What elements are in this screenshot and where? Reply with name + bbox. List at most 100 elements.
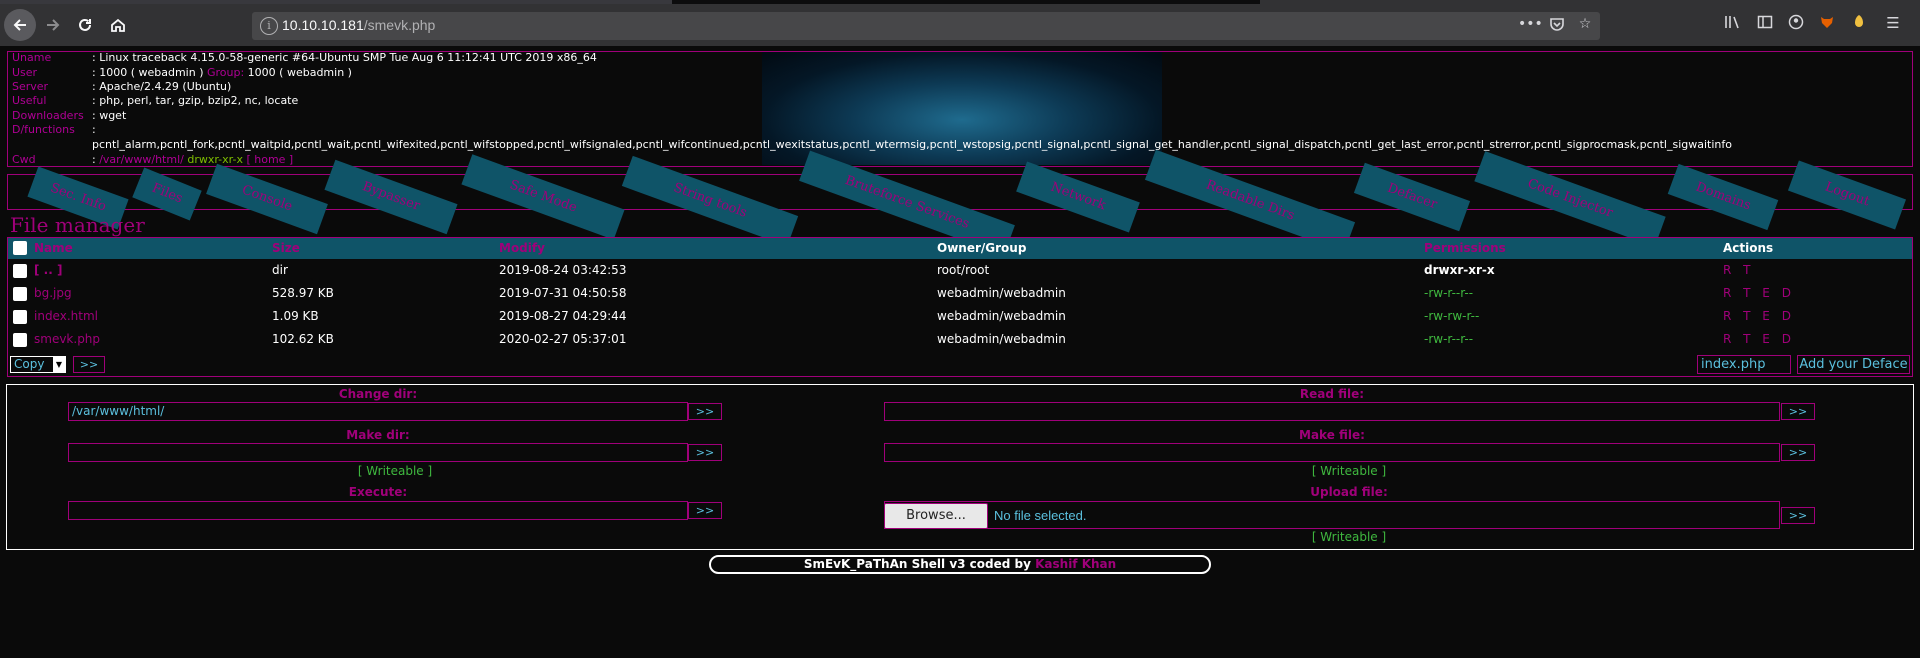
make-file-input[interactable] — [884, 443, 1780, 462]
extension-fox-icon[interactable] — [1816, 14, 1838, 38]
upload-file-label: Upload file: — [1310, 485, 1388, 499]
upload-go-button[interactable]: >> — [1781, 507, 1815, 524]
file-name-link[interactable]: index.html — [34, 306, 98, 327]
main-menu: Sec. Info Files Console Bypasser Safe Mo… — [7, 149, 1913, 256]
info-key: Useful — [12, 94, 47, 107]
no-file-label: No file selected. — [994, 508, 1087, 523]
change-dir-label: Change dir: — [338, 387, 418, 401]
info-key: Downloaders — [12, 109, 84, 122]
file-owner: root/root — [937, 263, 990, 277]
col-name[interactable]: Name — [34, 238, 73, 259]
select-all-checkbox[interactable] — [13, 241, 27, 255]
home-button[interactable] — [103, 10, 133, 40]
url-path: /smevk.php — [363, 17, 436, 33]
col-owner-group: Owner/Group — [937, 241, 1027, 255]
file-permissions[interactable]: -rw-r--r-- — [1424, 283, 1473, 304]
col-size[interactable]: Size — [272, 238, 300, 259]
menu-network[interactable]: Network — [1016, 161, 1140, 233]
file-row: [ .. ] dir 2019-08-24 03:42:53 root/root… — [8, 260, 1912, 283]
file-actions[interactable]: R T E D — [1723, 283, 1795, 304]
change-dir-input[interactable]: /var/www/html/ — [68, 402, 688, 421]
info-key: Cwd — [12, 153, 36, 166]
info-value: : — [92, 123, 96, 136]
info-value: : php, perl, tar, gzip, bzip2, nc, locat… — [92, 94, 299, 107]
bulk-action-go-button[interactable]: >> — [73, 356, 105, 373]
file-owner: webadmin/webadmin — [937, 286, 1066, 300]
chevron-down-icon: ▼ — [53, 357, 65, 372]
col-modify[interactable]: Modify — [499, 238, 545, 259]
browse-button[interactable]: Browse... — [884, 503, 988, 529]
file-row: smevk.php 102.62 KB 2020-02-27 05:37:01 … — [8, 329, 1912, 352]
row-checkbox[interactable] — [13, 287, 27, 301]
info-key: Server — [12, 80, 49, 93]
author-link[interactable]: Kashif Khan — [1035, 557, 1116, 571]
make-file-go-button[interactable]: >> — [1781, 444, 1815, 461]
menu-console[interactable]: Console — [206, 163, 328, 235]
more-actions-icon[interactable]: ••• — [1518, 16, 1543, 36]
file-modify: 2020-02-27 05:37:01 — [499, 332, 627, 346]
upload-status: [ Writeable ] — [1311, 530, 1387, 544]
info-value: : wget — [92, 109, 127, 122]
row-checkbox[interactable] — [13, 333, 27, 347]
cwd-path-link[interactable]: /var/www/html/ — [99, 153, 184, 166]
file-permissions[interactable]: drwxr-xr-x — [1424, 260, 1495, 281]
url-host: 10.10.10.181 — [282, 17, 364, 33]
make-dir-input[interactable] — [68, 443, 688, 462]
make-dir-status: [ Writeable ] — [357, 464, 433, 478]
file-actions[interactable]: R T E D — [1723, 306, 1795, 327]
execute-label: Execute: — [348, 485, 408, 499]
row-checkbox[interactable] — [13, 264, 27, 278]
back-button[interactable] — [4, 9, 36, 41]
make-dir-label: Make dir: — [346, 428, 410, 442]
account-icon[interactable] — [1785, 14, 1807, 38]
extension-icon[interactable] — [1848, 14, 1870, 38]
execute-input[interactable] — [68, 501, 688, 520]
menu-domains[interactable]: Domains — [1667, 163, 1779, 231]
file-actions[interactable]: R T E D — [1723, 329, 1795, 350]
bookmark-star-icon[interactable]: ☆ — [1574, 16, 1596, 36]
info-icon[interactable]: i — [260, 17, 278, 35]
menu-logout[interactable]: Logout — [1787, 160, 1907, 230]
footer-credit: SmEvK_PaThAn Shell v3 coded by Kashif Kh… — [709, 555, 1211, 574]
url-text[interactable]: 10.10.10.181/smevk.php — [282, 17, 435, 33]
file-modify: 2019-07-31 04:50:58 — [499, 286, 627, 300]
add-deface-button[interactable]: Add your Deface — [1797, 355, 1910, 374]
info-key: D/functions — [12, 123, 75, 136]
info-key: Uname — [12, 51, 52, 64]
file-row: index.html 1.09 KB 2019-08-27 04:29:44 w… — [8, 306, 1912, 329]
sidebar-icon[interactable] — [1754, 14, 1776, 38]
file-actions[interactable]: R T — [1723, 260, 1754, 281]
make-dir-go-button[interactable]: >> — [688, 444, 722, 461]
file-modify: 2019-08-27 04:29:44 — [499, 309, 627, 323]
bulk-action-select[interactable]: Copy ▼ — [10, 356, 66, 373]
read-file-input[interactable] — [884, 402, 1780, 421]
url-bar[interactable]: i 10.10.10.181/smevk.php ••• ☆ — [252, 12, 1600, 40]
pocket-icon[interactable] — [1546, 16, 1568, 36]
file-name-link[interactable]: smevk.php — [34, 329, 100, 350]
menu-safe-mode[interactable]: Safe Mode — [461, 154, 625, 240]
library-icon[interactable] — [1722, 14, 1744, 38]
info-value: : Apache/2.4.29 (Ubuntu) — [92, 80, 232, 93]
menu-icon[interactable]: ☰ — [1882, 14, 1904, 38]
menu-string-tools[interactable]: String tools — [621, 155, 799, 247]
read-file-go-button[interactable]: >> — [1781, 403, 1815, 420]
deface-filename-input[interactable]: index.php — [1697, 355, 1791, 374]
file-permissions[interactable]: -rw-r--r-- — [1424, 329, 1473, 350]
row-checkbox[interactable] — [13, 310, 27, 324]
home-link[interactable]: [ home ] — [243, 153, 293, 166]
file-permissions[interactable]: -rw-rw-r-- — [1424, 306, 1479, 327]
col-permissions[interactable]: Permissions — [1424, 238, 1506, 259]
file-name-link[interactable]: [ .. ] — [34, 260, 62, 281]
reload-icon — [79, 18, 91, 31]
file-name-link[interactable]: bg.jpg — [34, 283, 72, 304]
menu-bypasser[interactable]: Bypasser — [324, 159, 458, 235]
file-size: 102.62 KB — [272, 332, 334, 346]
change-dir-go-button[interactable]: >> — [688, 403, 722, 420]
file-size: 1.09 KB — [272, 309, 319, 323]
make-file-status: [ Writeable ] — [1311, 464, 1387, 478]
forward-button[interactable] — [38, 10, 68, 40]
make-file-label: Make file: — [1299, 428, 1365, 442]
menu-defacer[interactable]: Defacer — [1353, 162, 1471, 232]
reload-button[interactable] — [70, 10, 100, 40]
execute-go-button[interactable]: >> — [688, 502, 722, 519]
